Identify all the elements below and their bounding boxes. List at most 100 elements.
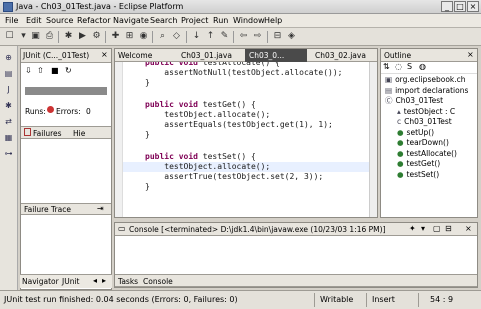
junit-progress-fill — [26, 88, 106, 94]
next-failure-icon[interactable]: ⇩ — [25, 66, 32, 75]
open-type-icon[interactable]: ◇ — [170, 30, 183, 43]
code-line: assertTrue(testObject.set(2, 3)); — [145, 172, 324, 181]
close-icon[interactable]: × — [465, 224, 472, 233]
debug-perspective-icon[interactable]: ✱ — [3, 100, 14, 111]
chevron-right-icon[interactable]: ▸ — [102, 276, 106, 285]
print-icon[interactable]: ⎙ — [43, 30, 56, 43]
method-icon: ● — [397, 159, 404, 168]
method-icon: ● — [397, 148, 404, 158]
runs-label: Runs: — [25, 107, 46, 116]
hide-nonpublic-icon[interactable]: ◍ — [419, 62, 426, 71]
menu-edit[interactable]: Edit — [26, 15, 42, 27]
menu-search[interactable]: Search — [150, 15, 177, 27]
menu-run[interactable]: Run — [213, 15, 228, 27]
minimize-button[interactable]: _ — [441, 1, 453, 12]
outline-item[interactable]: ▴ testObject : C — [397, 107, 455, 117]
terminate-icon[interactable]: ✦ — [409, 224, 416, 233]
new-class-icon[interactable]: ◉ — [137, 30, 150, 43]
outline-item[interactable]: ▣ org.eclipsebook.ch — [385, 75, 466, 85]
outline-item[interactable]: ▤ import declarations — [385, 86, 468, 96]
toolbar-separator — [58, 31, 59, 43]
tab-ch03-02[interactable]: Ch03_02.java — [315, 51, 366, 60]
browsing-perspective-icon[interactable]: ▦ — [3, 132, 14, 143]
close-icon[interactable]: × — [467, 50, 474, 59]
editor-overview-ruler[interactable] — [369, 62, 377, 217]
search-icon[interactable]: ⌕ — [156, 30, 169, 43]
hierarchy-perspective-icon[interactable]: ⊶ — [3, 148, 14, 159]
filter-stack-icon[interactable]: ⇥ — [97, 204, 104, 213]
rerun-icon[interactable]: ↻ — [65, 66, 72, 75]
java-perspective-icon[interactable]: ◈ — [285, 30, 298, 43]
tab-welcome[interactable]: Welcome — [118, 51, 152, 60]
tab-tasks[interactable]: Tasks — [118, 277, 138, 286]
menu-help[interactable]: Help — [264, 15, 282, 27]
junit-results-tabs: Failures Hie — [21, 126, 111, 139]
junit-progress-bar — [25, 87, 107, 95]
outline-item[interactable]: Ⓒ Ch03_01Test — [385, 96, 443, 106]
console-output[interactable] — [115, 236, 477, 274]
java-perspective-icon[interactable]: J — [3, 84, 14, 95]
external-tools-icon[interactable]: ⚙ — [90, 30, 103, 43]
debug-icon[interactable]: ✱ — [62, 30, 75, 43]
hide-fields-icon[interactable]: ◌ — [395, 62, 402, 71]
clear-console-icon[interactable]: ▢ — [433, 224, 441, 233]
status-separator — [366, 293, 367, 307]
tab-failures[interactable]: Failures — [33, 129, 62, 138]
previous-annotation-icon[interactable]: ↑ — [204, 30, 217, 43]
console-view: ▭ Console [<terminated> D:\jdk1.4\bin\ja… — [114, 222, 478, 288]
tab-ch03-01test-active[interactable]: Ch03_0... — [245, 49, 307, 62]
close-button[interactable]: × — [467, 1, 479, 12]
code-line: } — [145, 182, 150, 191]
tab-console[interactable]: Console — [143, 277, 173, 286]
outline-item[interactable]: ● setUp() — [397, 128, 434, 138]
tab-junit[interactable]: JUnit — [62, 277, 79, 286]
outline-item[interactable]: ● testAllocate() — [397, 149, 457, 159]
maximize-button[interactable]: □ — [454, 1, 466, 12]
errors-label: Errors: — [56, 107, 81, 116]
menu-navigate[interactable]: Navigate — [113, 15, 149, 27]
outline-title: Outline — [384, 51, 412, 60]
code-line: testObject.allocate(); — [145, 162, 271, 171]
last-edit-icon[interactable]: ✎ — [218, 30, 231, 43]
outline-item-label: org.eclipsebook.ch — [395, 75, 466, 84]
console-icon: ▭ — [118, 224, 126, 233]
tab-ch03-01[interactable]: Ch03_01.java — [181, 51, 232, 60]
stop-icon[interactable]: ■ — [51, 66, 59, 75]
chevron-down-icon[interactable]: ▾ — [421, 224, 425, 233]
tab-navigator[interactable]: Navigator — [22, 277, 59, 286]
forward-icon[interactable]: ⇨ — [251, 30, 264, 43]
outline-item[interactable]: ● testGet() — [397, 159, 440, 169]
run-icon[interactable]: ▶ — [76, 30, 89, 43]
menu-project[interactable]: Project — [181, 15, 208, 27]
previous-failure-icon[interactable]: ⇧ — [37, 66, 44, 75]
open-perspective-icon[interactable]: ⊟ — [271, 30, 284, 43]
junit-tab-title[interactable]: JUnit (C..._01Test) — [23, 51, 89, 60]
code-line: public void testGet() { — [145, 100, 256, 109]
resource-perspective-icon[interactable]: ▤ — [3, 68, 14, 79]
tab-hierarchy[interactable]: Hie — [73, 129, 85, 138]
constructor-icon: c — [397, 117, 402, 126]
save-icon[interactable]: ▣ — [29, 30, 42, 43]
code-editor[interactable]: public void testAllocate() { assertNotNu… — [115, 62, 369, 217]
team-perspective-icon[interactable]: ⇄ — [3, 116, 14, 127]
back-icon[interactable]: ⇦ — [237, 30, 250, 43]
menu-file[interactable]: File — [5, 15, 18, 27]
sort-icon[interactable]: ⇅ — [383, 62, 390, 71]
close-icon[interactable]: × — [101, 50, 108, 59]
menu-window[interactable]: Window — [233, 15, 265, 27]
outline-item[interactable]: ● testSet() — [397, 170, 439, 180]
new-java-project-icon[interactable]: ✚ — [109, 30, 122, 43]
outline-item[interactable]: c Ch03_01Test — [397, 117, 452, 127]
failure-trace-label: Failure Trace — [24, 205, 71, 214]
open-perspective-icon[interactable]: ⊕ — [3, 52, 14, 63]
menu-refactor[interactable]: Refactor — [77, 15, 111, 27]
outline-item[interactable]: ● tearDown() — [397, 138, 449, 148]
new-package-icon[interactable]: ⊞ — [123, 30, 136, 43]
chevron-left-icon[interactable]: ◂ — [93, 276, 97, 285]
new-icon[interactable]: ☐ — [3, 30, 16, 43]
menu-source[interactable]: Source — [46, 15, 73, 27]
pin-console-icon[interactable]: ⊟ — [445, 224, 452, 233]
status-bar: JUnit test run finished: 0.04 seconds (E… — [0, 290, 481, 309]
hide-static-icon[interactable]: S — [407, 62, 412, 71]
next-annotation-icon[interactable]: ↓ — [190, 30, 203, 43]
